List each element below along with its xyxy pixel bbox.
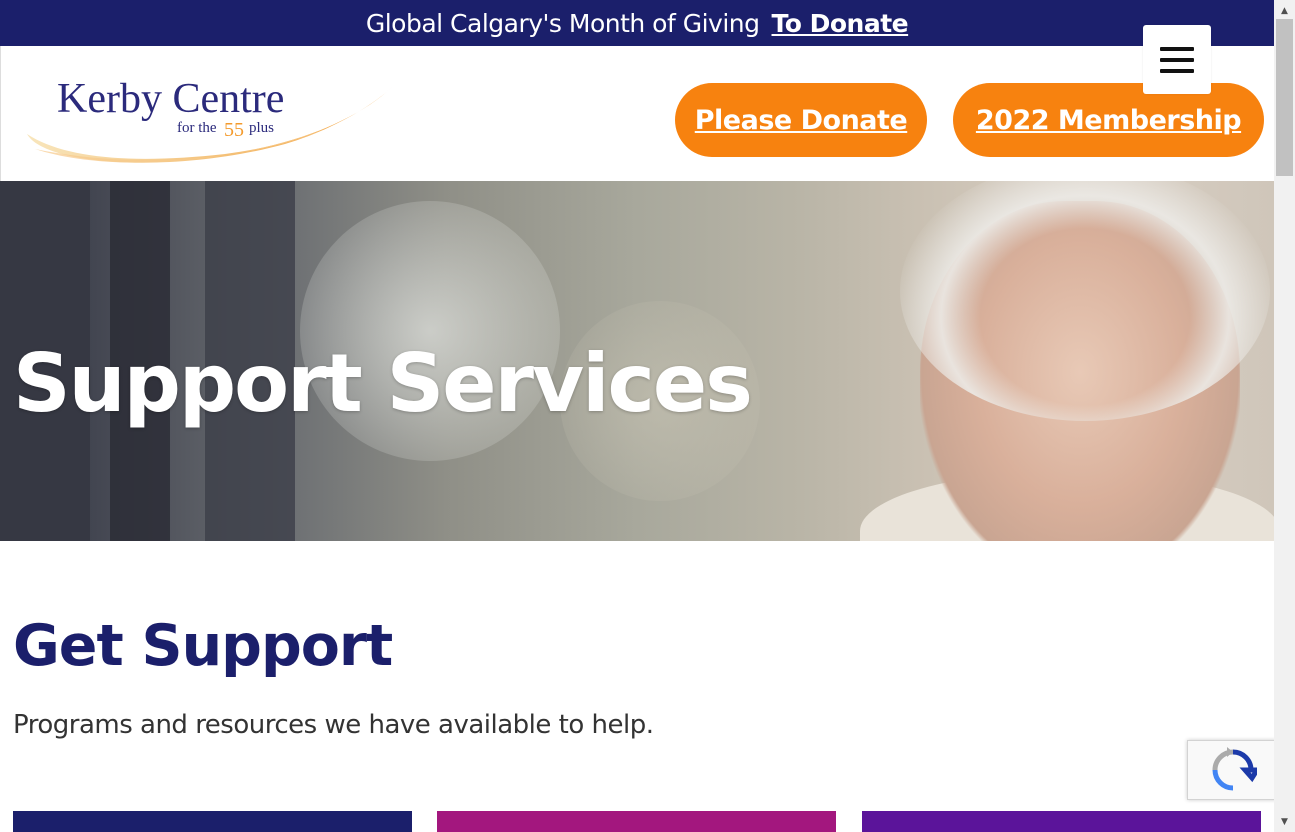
- recaptcha-badge[interactable]: [1187, 740, 1277, 800]
- arrow-up-icon[interactable]: ▲: [1274, 2, 1295, 19]
- menu-line: [1160, 57, 1194, 62]
- membership-button[interactable]: 2022 Membership: [953, 83, 1264, 157]
- menu-line: [1160, 46, 1194, 51]
- hero-banner: Support Services: [0, 181, 1274, 541]
- scrollbar-thumb[interactable]: [1276, 19, 1293, 176]
- support-card-2[interactable]: [437, 811, 836, 832]
- page-scrollbar[interactable]: ▲ ▼: [1274, 0, 1295, 832]
- logo-tagline-number: 55: [224, 119, 244, 141]
- announcement-bar: Global Calgary's Month of Giving To Dona…: [0, 0, 1274, 46]
- please-donate-button[interactable]: Please Donate: [675, 83, 927, 157]
- logo-name: Kerby Centre: [57, 76, 284, 122]
- arrow-down-icon[interactable]: ▼: [1274, 813, 1295, 830]
- hamburger-icon[interactable]: [1143, 25, 1211, 94]
- logo-tagline-prefix: for the: [177, 120, 217, 136]
- to-donate-link[interactable]: To Donate: [772, 9, 909, 38]
- logo-tagline-suffix: plus: [249, 120, 274, 136]
- site-header: Kerby Centre for the 55 plus Please Dona…: [0, 25, 1274, 181]
- menu-line: [1160, 68, 1194, 73]
- get-support-subtitle: Programs and resources we have available…: [13, 710, 654, 740]
- support-card-3[interactable]: [862, 811, 1261, 832]
- kerby-centre-logo[interactable]: Kerby Centre for the 55 plus: [25, 74, 395, 172]
- announcement-message: Global Calgary's Month of Giving: [365, 8, 760, 38]
- support-card-1[interactable]: [13, 811, 412, 832]
- recaptcha-icon: [1212, 747, 1257, 791]
- hero-title: Support Services: [13, 337, 753, 430]
- get-support-heading: Get Support: [13, 613, 393, 679]
